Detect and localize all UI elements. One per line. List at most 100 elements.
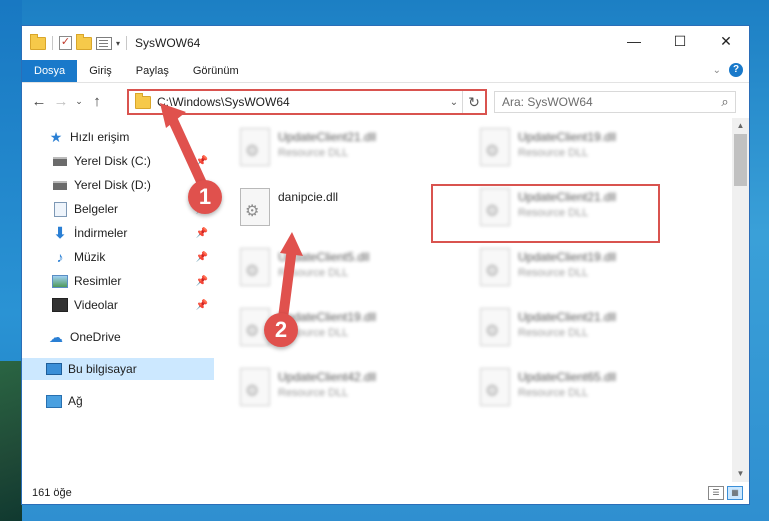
pin-icon[interactable]: 📌 — [196, 300, 208, 311]
toolbar-separator — [52, 36, 53, 50]
file-type: Resource DLL — [518, 207, 589, 219]
search-icon[interactable]: ⌕ — [715, 94, 735, 110]
pin-icon[interactable]: 📌 — [196, 156, 208, 167]
customize-toolbar-icon[interactable]: ▾ — [116, 39, 120, 48]
file-item[interactable]: UpdateClient21.dll Resource DLL — [230, 124, 452, 174]
desktop-palm-decoration — [0, 361, 22, 521]
file-type: Resource DLL — [278, 267, 349, 279]
sidebar-item-documents[interactable]: Belgeler📌 — [22, 198, 214, 220]
file-text: UpdateClient65.dll Resource DLL — [518, 364, 616, 414]
file-item[interactable]: UpdateClient19.dll Resource DLL — [470, 244, 692, 294]
dll-file-icon — [480, 248, 510, 286]
sidebar-item-this-pc[interactable]: Bu bilgisayar — [22, 358, 214, 380]
file-name: UpdateClient42.dll — [278, 370, 377, 384]
back-button[interactable]: ← — [28, 93, 50, 110]
tab-file[interactable]: Dosya — [22, 60, 78, 82]
properties-icon[interactable] — [96, 36, 112, 50]
file-item[interactable]: UpdateClient65.dll Resource DLL — [470, 364, 692, 414]
sidebar-item-label: Ağ — [68, 394, 83, 408]
file-item-selected[interactable]: danipcie.dll — [230, 184, 452, 234]
sidebar-item-quick-access[interactable]: ★ Hızlı erişim — [22, 126, 214, 148]
file-text: UpdateClient19.dll Resource DLL — [518, 124, 616, 174]
sidebar-item-label: Belgeler — [74, 202, 119, 216]
file-name: UpdateClient65.dll — [518, 370, 617, 384]
sidebar-item-onedrive[interactable]: ☁ OneDrive — [22, 326, 214, 348]
file-type: Resource DLL — [518, 327, 589, 339]
sidebar-item-label: İndirmeler — [74, 226, 128, 240]
file-item[interactable]: UpdateClient21.dll Resource DLL — [470, 304, 692, 354]
file-text: danipcie.dll — [278, 184, 338, 234]
search-box[interactable]: Ara: SysWOW64 ⌕ — [494, 91, 736, 113]
disk-icon — [52, 154, 68, 168]
address-path[interactable]: C:\Windows\SysWOW64 — [157, 95, 446, 109]
toolbar-separator-2 — [126, 36, 128, 50]
close-button[interactable]: ✕ — [703, 26, 749, 56]
properties-check-icon[interactable]: ✓ — [59, 36, 72, 50]
dll-file-icon — [480, 188, 510, 226]
desktop-background — [0, 0, 22, 521]
vertical-scrollbar[interactable]: ▲ ▼ — [732, 118, 749, 482]
pin-icon[interactable]: 📌 — [196, 252, 208, 263]
pin-icon[interactable]: 📌 — [196, 276, 208, 287]
sidebar-item-local-disk-c[interactable]: Yerel Disk (C:) 📌 — [22, 150, 214, 172]
sidebar-item-downloads[interactable]: ⬇ İndirmeler 📌 — [22, 222, 214, 244]
scroll-up-icon[interactable]: ▲ — [732, 118, 749, 134]
dll-file-icon — [480, 308, 510, 346]
sidebar-item-label: OneDrive — [70, 330, 121, 344]
quick-access-toolbar: ✓ ▾ — [22, 33, 129, 50]
sidebar-item-music[interactable]: ♪ Müzik 📌 — [22, 246, 214, 268]
dll-file-icon — [240, 188, 270, 226]
pin-icon[interactable]: 📌 — [196, 228, 208, 239]
file-item[interactable]: UpdateClient21.dll Resource DLL — [470, 184, 692, 234]
file-item[interactable]: UpdateClient5.dll Resource DLL — [230, 244, 452, 294]
title-bar: ✓ ▾ SysWOW64 — ☐ ✕ — [22, 26, 749, 60]
details-view-icon[interactable]: ☰ — [708, 486, 724, 500]
refresh-icon[interactable]: ↻ — [462, 91, 485, 113]
file-name: UpdateClient5.dll — [278, 250, 370, 264]
file-name: UpdateClient19.dll — [518, 250, 617, 264]
file-item[interactable]: UpdateClient42.dll Resource DLL — [230, 364, 452, 414]
documents-icon — [52, 201, 68, 217]
tiles-view-icon[interactable]: ▦ — [727, 486, 743, 500]
address-bar[interactable]: C:\Windows\SysWOW64 ⌄ ↻ — [127, 89, 487, 115]
sidebar-item-network[interactable]: Ağ — [22, 390, 214, 412]
maximize-button[interactable]: ☐ — [657, 26, 703, 56]
forward-button[interactable]: → — [50, 93, 72, 110]
sidebar-item-label: Bu bilgisayar — [68, 362, 137, 376]
videos-icon — [52, 298, 68, 312]
star-icon: ★ — [49, 128, 63, 145]
sidebar-item-label: Videolar — [74, 298, 118, 312]
file-type: Resource DLL — [278, 147, 349, 159]
file-item[interactable]: UpdateClient19.dll Resource DLL — [470, 124, 692, 174]
file-type: Resource DLL — [278, 387, 349, 399]
sidebar-item-videos[interactable]: Videolar 📌 — [22, 294, 214, 316]
ribbon-tabs: Dosya Giriş Paylaş Görünüm ⌄ ? — [22, 60, 749, 83]
minimize-button[interactable]: — — [611, 26, 657, 56]
file-text: UpdateClient21.dll Resource DLL — [518, 184, 616, 234]
address-dropdown-icon[interactable]: ⌄ — [446, 97, 462, 108]
status-bar: 161 öğe ☰ ▦ — [22, 482, 749, 504]
cloud-icon: ☁ — [49, 328, 63, 345]
tab-view[interactable]: Görünüm — [181, 60, 251, 82]
expand-ribbon-icon[interactable]: ⌄ — [713, 65, 721, 76]
scroll-down-icon[interactable]: ▼ — [732, 466, 749, 482]
up-button[interactable]: ↑ — [86, 93, 108, 110]
network-icon — [46, 394, 62, 408]
navigation-pane: ★ Hızlı erişim Yerel Disk (C:) 📌 Yerel Disk … — [22, 118, 214, 482]
ribbon-right: ⌄ ? — [713, 63, 743, 77]
tab-home[interactable]: Giriş — [77, 60, 124, 82]
music-icon: ♪ — [56, 249, 64, 265]
recent-locations-icon[interactable]: ⌄ — [72, 96, 86, 107]
sidebar-item-pictures[interactable]: Resimler 📌 — [22, 270, 214, 292]
tab-share[interactable]: Paylaş — [124, 60, 181, 82]
file-text: UpdateClient19.dll Resource DLL — [518, 244, 616, 294]
help-icon[interactable]: ? — [729, 63, 743, 77]
address-folder-icon — [135, 92, 151, 109]
sidebar-item-label: Müzik — [74, 250, 106, 264]
scroll-thumb[interactable] — [734, 134, 747, 186]
download-icon: ⬇ — [53, 225, 67, 242]
sidebar-item-local-disk-d[interactable]: Yerel Disk (D:)📌 — [22, 174, 214, 196]
new-folder-icon[interactable] — [76, 33, 92, 50]
file-type: Resource DLL — [518, 267, 589, 279]
search-input[interactable]: Ara: SysWOW64 — [495, 95, 715, 109]
